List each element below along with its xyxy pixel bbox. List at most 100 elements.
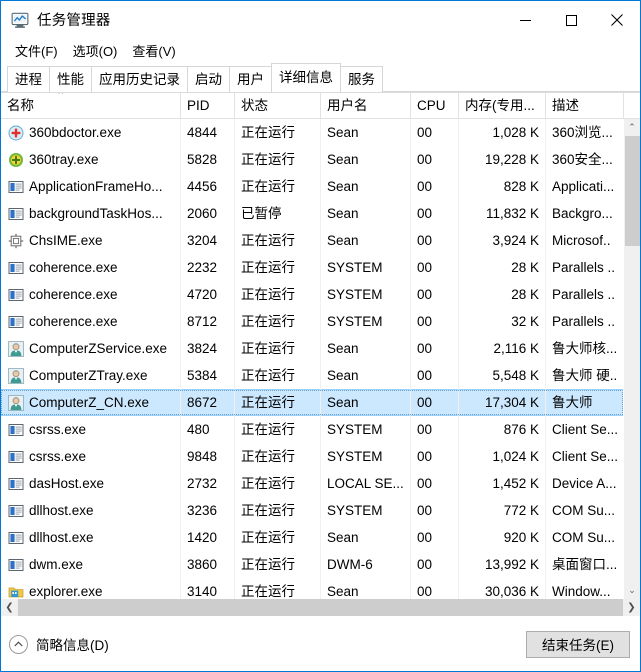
table-row[interactable]: dasHost.exe 2732 正在运行 LOCAL SE... 00 1,452 K D… — [1, 470, 623, 497]
column-header-status[interactable]: 状态 — [235, 93, 321, 118]
vertical-scroll-thumb[interactable] — [625, 136, 640, 246]
menu-item-file[interactable]: 文件(F) — [9, 39, 67, 62]
column-header-name[interactable]: 名称 ^ — [1, 93, 181, 118]
table-row[interactable]: ChsIME.exe 3204 正在运行 Sean 00 3,924 K Microsof.… — [1, 227, 623, 254]
cell-status-label: 正在运行 — [241, 287, 295, 302]
process-list: 360bdoctor.exe 4844 正在运行 Sean 00 1,028 K 360浏览… — [1, 119, 623, 599]
generic-app-icon — [8, 450, 24, 463]
column-header-description[interactable]: 描述 — [546, 93, 624, 118]
cell-pid-label: 8712 — [187, 314, 218, 329]
cell-memory: 19,228 K — [459, 146, 546, 173]
cell-user-label: SYSTEM — [327, 260, 383, 275]
cell-name: backgroundTaskHos... — [1, 200, 181, 227]
vertical-scrollbar[interactable]: ⌃ ⌄ — [623, 119, 640, 599]
table-row[interactable]: dwm.exe 3860 正在运行 DWM-6 00 13,992 K 桌面窗口... — [1, 551, 623, 578]
cell-description: COM Su... — [546, 524, 623, 551]
cell-memory: 772 K — [459, 497, 546, 524]
cell-user-label: SYSTEM — [327, 503, 383, 518]
cell-pid-label: 5828 — [187, 152, 218, 167]
cell-user: DWM-6 — [321, 551, 411, 578]
scroll-right-arrow-icon[interactable]: ❯ — [623, 599, 640, 616]
table-row[interactable]: dllhost.exe 3236 正在运行 SYSTEM 00 772 K COM Su..… — [1, 497, 623, 524]
tab-users[interactable]: 用户 — [229, 66, 272, 92]
cell-cpu: 00 — [411, 200, 459, 227]
cell-memory-label: 30,036 K — [484, 584, 539, 599]
table-row[interactable]: 360bdoctor.exe 4844 正在运行 Sean 00 1,028 K 360浏览… — [1, 119, 623, 146]
minimize-button[interactable] — [502, 1, 548, 39]
cell-description-label: Parallels .. — [552, 314, 616, 329]
maximize-button[interactable] — [548, 1, 594, 39]
cell-description: Parallels .. — [546, 254, 623, 281]
fewer-details-toggle[interactable]: 简略信息(D) — [9, 634, 109, 654]
menu-item-view[interactable]: 查看(V) — [126, 39, 184, 62]
tab-performance[interactable]: 性能 — [49, 66, 92, 92]
table-row[interactable]: coherence.exe 2232 正在运行 SYSTEM 00 28 K Paralle… — [1, 254, 623, 281]
cell-memory: 17,304 K — [459, 389, 546, 416]
cell-pid: 3204 — [181, 227, 235, 254]
scroll-up-arrow-icon[interactable]: ⌃ — [624, 119, 640, 136]
table-row[interactable]: explorer.exe 3140 正在运行 Sean 00 30,036 K Window… — [1, 578, 623, 599]
cell-name: csrss.exe — [1, 443, 181, 470]
footer-bar: 简略信息(D) 结束任务(E) — [1, 616, 640, 671]
tab-startup[interactable]: 启动 — [187, 66, 230, 92]
table-row[interactable]: coherence.exe 8712 正在运行 SYSTEM 00 32 K Paralle… — [1, 308, 623, 335]
cell-pid: 4720 — [181, 281, 235, 308]
cell-memory-label: 1,452 K — [492, 476, 539, 491]
scroll-left-arrow-icon[interactable]: ❮ — [1, 599, 18, 616]
table-row[interactable]: coherence.exe 4720 正在运行 SYSTEM 00 28 K Paralle… — [1, 281, 623, 308]
column-header-cpu[interactable]: CPU — [411, 93, 459, 118]
cell-description-label: Backgro... — [552, 206, 613, 221]
column-header-user[interactable]: 用户名 — [321, 93, 411, 118]
cell-memory: 828 K — [459, 173, 546, 200]
cell-memory: 30,036 K — [459, 578, 546, 599]
cell-description: 鲁大师核... — [546, 335, 623, 362]
column-header-pid[interactable]: PID — [181, 93, 235, 118]
horizontal-scrollbar[interactable]: ❮ ❯ — [1, 599, 640, 616]
table-row[interactable]: ComputerZ_CN.exe 8672 正在运行 Sean 00 17,304 K 鲁大… — [1, 389, 623, 416]
cell-user-label: SYSTEM — [327, 449, 383, 464]
cell-cpu: 00 — [411, 389, 459, 416]
close-button[interactable] — [594, 1, 640, 39]
table-row[interactable]: ComputerZService.exe 3824 正在运行 Sean 00 2,116 … — [1, 335, 623, 362]
horizontal-scroll-thumb[interactable] — [18, 599, 623, 616]
tab-services[interactable]: 服务 — [340, 66, 383, 92]
cell-description: 桌面窗口... — [546, 551, 623, 578]
table-row[interactable]: 360tray.exe 5828 正在运行 Sean 00 19,228 K 360安全..… — [1, 146, 623, 173]
cell-user: Sean — [321, 335, 411, 362]
generic-app-icon — [8, 261, 24, 274]
tab-processes[interactable]: 进程 — [7, 66, 50, 92]
cell-name: ApplicationFrameHo... — [1, 173, 181, 200]
tab-app-history[interactable]: 应用历史记录 — [91, 66, 188, 92]
menu-item-options[interactable]: 选项(O) — [67, 39, 127, 62]
table-row[interactable]: ComputerZTray.exe 5384 正在运行 Sean 00 5,548 K 鲁大… — [1, 362, 623, 389]
cell-memory: 1,028 K — [459, 119, 546, 146]
table-row[interactable]: backgroundTaskHos... 2060 已暂停 Sean 00 11,832 … — [1, 200, 623, 227]
computerz-icon — [8, 394, 24, 411]
process-name-label: backgroundTaskHos... — [29, 206, 163, 221]
end-task-button[interactable]: 结束任务(E) — [526, 630, 630, 658]
generic-app-icon — [8, 180, 24, 193]
cell-name: ChsIME.exe — [1, 227, 181, 254]
table-row[interactable]: csrss.exe 480 正在运行 SYSTEM 00 876 K Client Se..… — [1, 416, 623, 443]
cell-memory-label: 828 K — [503, 179, 539, 194]
cell-memory: 876 K — [459, 416, 546, 443]
table-row[interactable]: csrss.exe 9848 正在运行 SYSTEM 00 1,024 K Client S… — [1, 443, 623, 470]
column-header-label: PID — [187, 98, 210, 113]
computerz-icon — [8, 340, 24, 357]
cell-description: 360安全... — [546, 146, 623, 173]
cell-status-label: 正在运行 — [241, 179, 295, 194]
tab-details[interactable]: 详细信息 — [271, 63, 341, 92]
scroll-down-arrow-icon[interactable]: ⌄ — [624, 582, 640, 599]
cell-description-label: Parallels .. — [552, 287, 616, 302]
cell-description-label: 鲁大师 硬.. — [552, 368, 617, 383]
cell-user-label: LOCAL SE... — [327, 476, 404, 491]
cell-status-label: 正在运行 — [241, 341, 295, 356]
table-row[interactable]: ApplicationFrameHo... 4456 正在运行 Sean 00 828 K… — [1, 173, 623, 200]
cell-cpu: 00 — [411, 335, 459, 362]
table-row[interactable]: dllhost.exe 1420 正在运行 Sean 00 920 K COM Su... — [1, 524, 623, 551]
generic-app-icon — [8, 288, 24, 301]
column-header-memory[interactable]: 内存(专用... — [459, 93, 546, 118]
cell-user: Sean — [321, 389, 411, 416]
process-name-label: coherence.exe — [29, 287, 118, 302]
process-name-label: ComputerZService.exe — [29, 341, 168, 356]
